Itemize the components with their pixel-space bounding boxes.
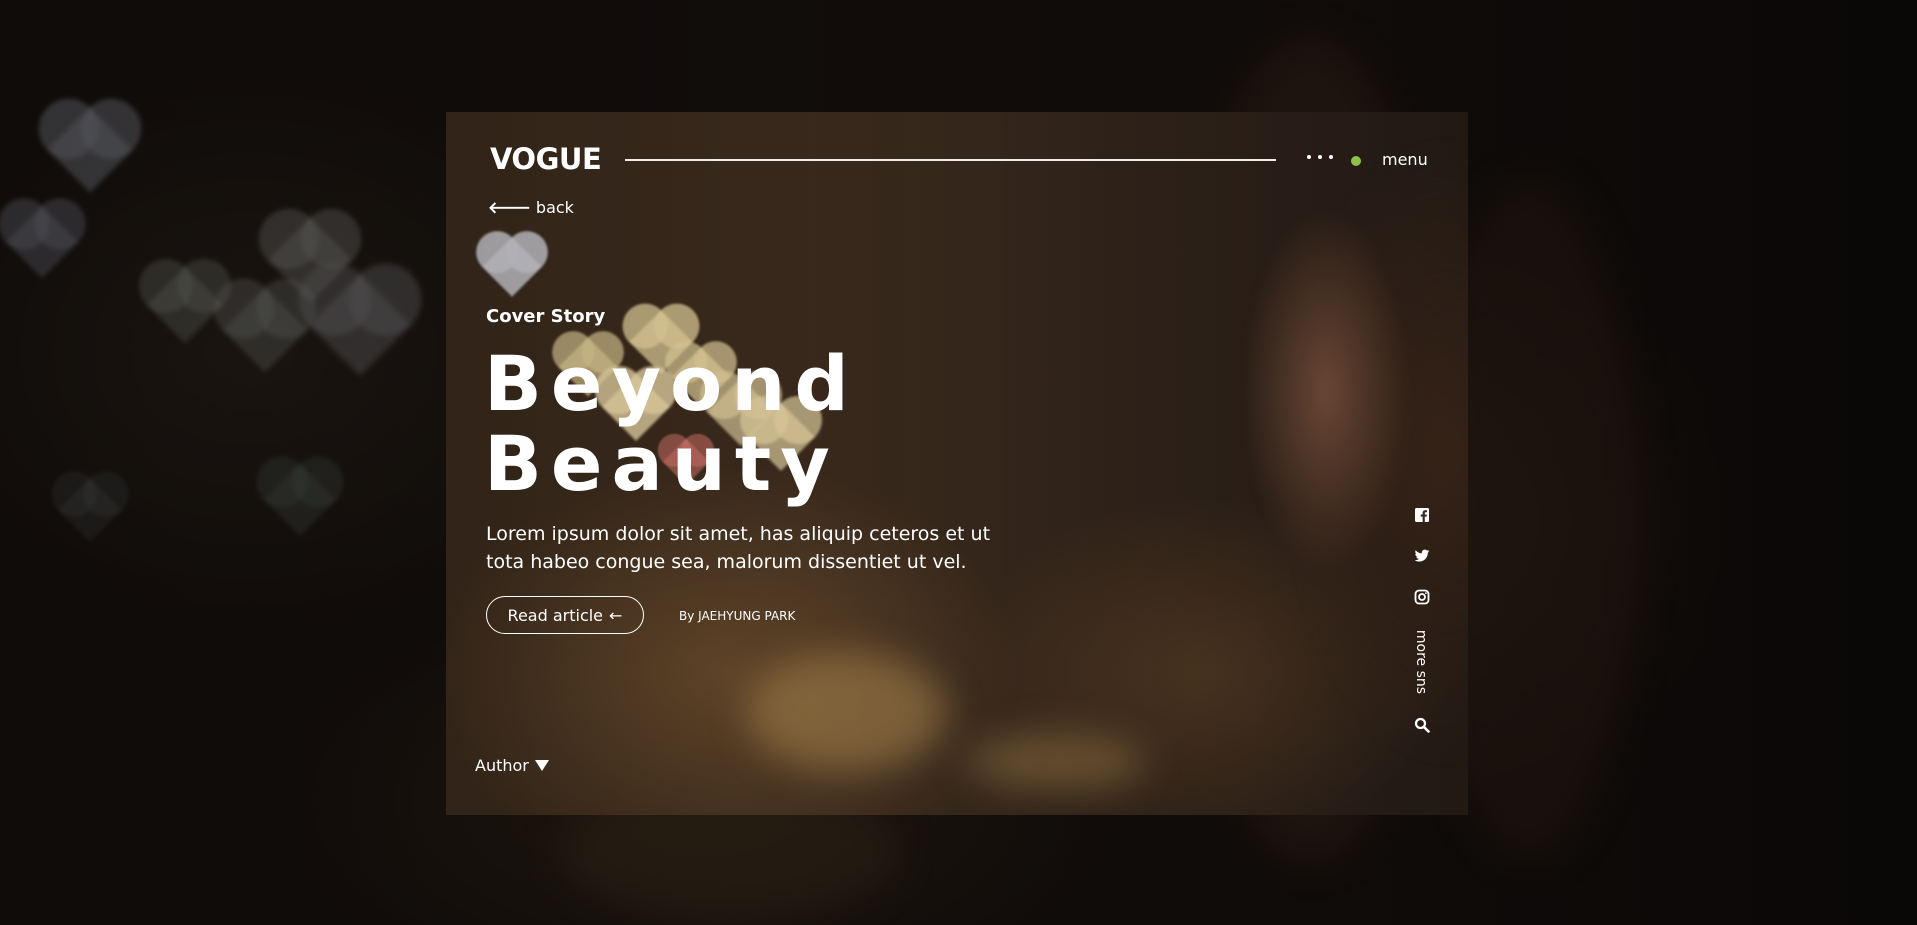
cover-card: VOGUE menu 🡐 back Cover Story Beyond Bea… — [446, 112, 1468, 815]
arrow-left-icon: ← — [609, 605, 623, 625]
instagram-icon[interactable] — [1414, 589, 1430, 605]
twitter-icon[interactable] — [1414, 548, 1430, 564]
read-article-button[interactable]: Read article ← — [486, 596, 644, 634]
back-label: back — [535, 197, 574, 217]
arrow-left-icon: 🡐 — [488, 198, 531, 217]
search-icon[interactable] — [1414, 717, 1430, 733]
article-lead: Lorem ipsum dolor sit amet, has aliquip … — [486, 523, 991, 573]
back-link[interactable]: 🡐 back — [488, 197, 574, 218]
section-kicker: Cover Story — [486, 306, 606, 327]
author-dropdown[interactable]: Author — [475, 756, 549, 775]
author-label: Author — [475, 756, 529, 775]
header-divider — [625, 159, 1276, 161]
page-title: Beyond Beauty — [484, 344, 858, 504]
title-line-2: Beauty — [484, 419, 839, 508]
ellipsis-icon[interactable] — [1307, 152, 1333, 162]
menu-button[interactable]: menu — [1382, 150, 1428, 169]
status-indicator — [1351, 156, 1361, 166]
caret-down-icon — [534, 760, 549, 771]
more-sns-link[interactable]: more sns — [1408, 627, 1434, 697]
facebook-icon[interactable] — [1414, 507, 1430, 523]
more-sns-label: more sns — [1413, 629, 1429, 695]
byline: By JAEHYUNG PARK — [679, 609, 796, 623]
read-article-label: Read article — [507, 605, 604, 625]
logo[interactable]: VOGUE — [490, 142, 602, 176]
title-line-1: Beyond — [484, 339, 858, 428]
